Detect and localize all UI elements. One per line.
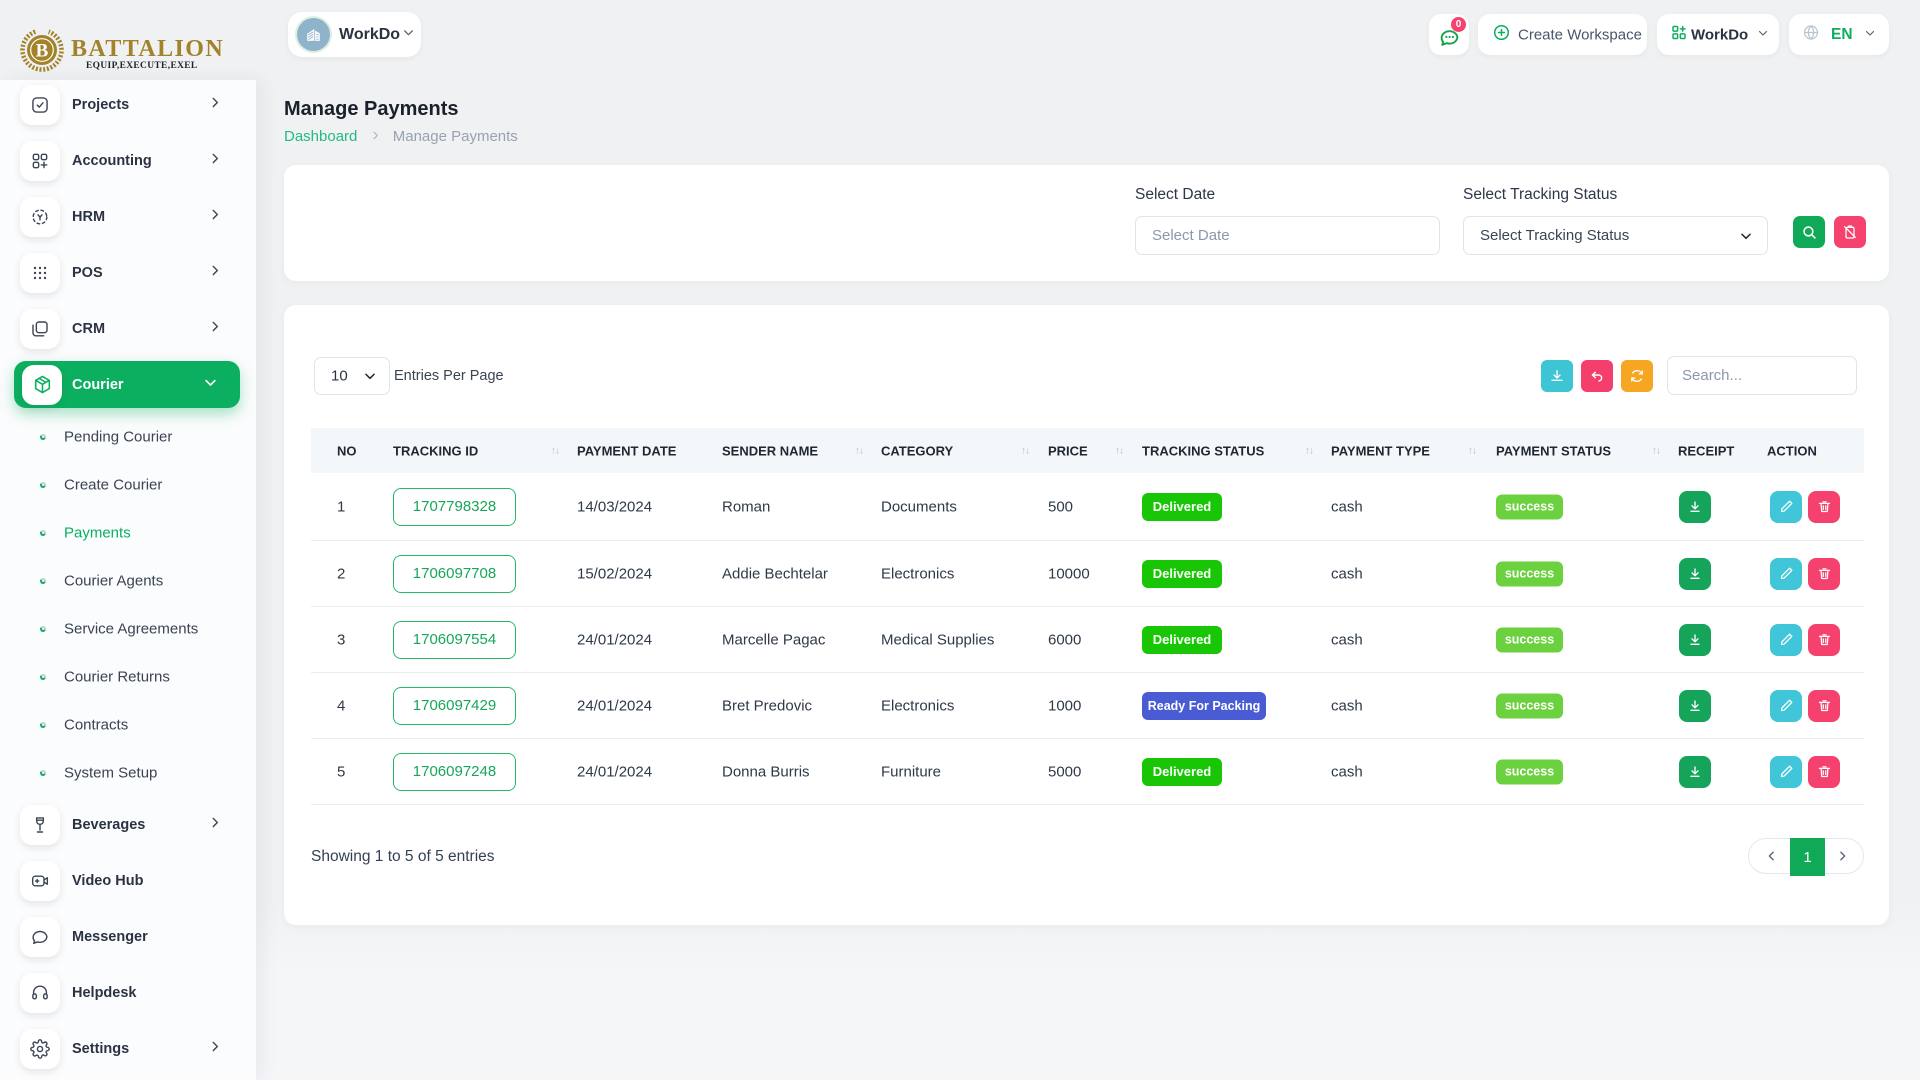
svg-text:EQUIP,EXECUTE,EXEL: EQUIP,EXECUTE,EXEL <box>86 61 198 71</box>
svg-text:BATTALION: BATTALION <box>71 36 224 62</box>
svg-text:B: B <box>36 41 49 62</box>
